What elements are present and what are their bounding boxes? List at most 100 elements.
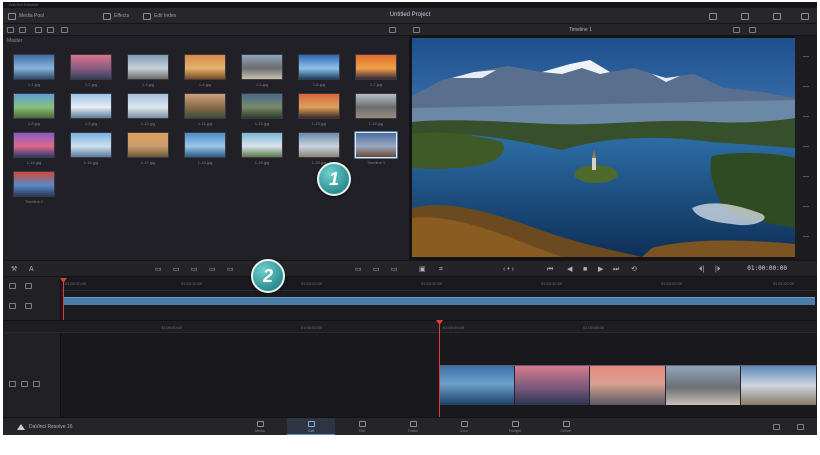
page-tab-label: Deliver [560,429,572,433]
media-clip-thumbnail[interactable]: 1-17.jpg [127,132,169,168]
media-clip-thumbnail[interactable]: 1-6.jpg [298,54,340,90]
media-clip-thumbnail[interactable]: 1-12.jpg [241,93,283,129]
sort-icon[interactable] [61,27,68,33]
clip-name: 1-13.jpg [311,121,327,126]
thumbnail-view-icon[interactable] [35,27,42,33]
media-clip-thumbnail[interactable]: 1-7.jpg [355,54,397,90]
media-clip-thumbnail[interactable]: 1-16.jpg [70,132,112,168]
page-tab-deliver[interactable]: Deliver [542,418,590,435]
page-tab-media[interactable]: Media [236,418,284,435]
clip-thumbnail-image [298,132,340,158]
search-icon[interactable] [389,27,396,33]
place-on-top-icon[interactable]: ▭ [227,265,234,274]
zoom-icon[interactable] [25,303,32,309]
timeline-view-icon[interactable]: ▭ [373,265,380,274]
clip-thumbnail[interactable] [439,366,515,405]
viewer-frame[interactable] [412,38,795,257]
link-icon[interactable] [25,283,32,289]
source-overwrite-icon[interactable]: ▭ [355,265,362,274]
mark-out-button[interactable]: |⏵ [715,265,720,274]
track-audio-icon[interactable] [21,381,28,387]
play-button[interactable]: ▶ [598,265,603,274]
side-tick [803,206,809,207]
media-clip-thumbnail[interactable]: 1-9.jpg [70,93,112,129]
clip-name: 1-4.jpg [198,82,212,87]
lower-playhead[interactable] [436,320,443,418]
clip-thumbnail[interactable] [665,366,742,405]
lock-icon[interactable] [9,303,16,309]
clip-thumbnail-image [13,54,55,80]
track-lock-icon[interactable] [9,381,16,387]
clip-name: 1-2.jpg [84,82,98,87]
mixer-toggle[interactable] [709,11,717,21]
rewind-button[interactable]: ◀ [567,265,572,274]
track-enable-icon[interactable] [33,381,40,387]
side-tick [803,116,809,117]
page-tab-fusion[interactable]: Fusion [389,418,437,435]
bin-list-icon[interactable] [7,27,14,33]
ruler-label: 01:00:40:00 [541,281,563,286]
jog-icon[interactable]: ‹ • › [503,265,514,274]
page-tab-color[interactable]: Color [440,418,488,435]
page-tab-edit[interactable]: Edit [338,418,386,435]
prev-clip-button[interactable]: ⏮ [547,265,553,274]
viewer-timeline-name[interactable]: Timeline 1 [569,27,592,33]
audio-view-icon[interactable]: ▭ [391,265,398,274]
viewer-menu-icon[interactable] [749,27,756,33]
ruler-label: 01:00:20:00 [301,281,323,286]
mark-in-button[interactable]: ⏴| [699,265,704,274]
append-icon[interactable]: ▭ [173,265,180,274]
mixer-icon [709,12,717,20]
media-clip-thumbnail[interactable]: 1-18.jpg [184,132,226,168]
media-clip-thumbnail[interactable]: 1-11.jpg [184,93,226,129]
media-clip-thumbnail[interactable]: 1-4.jpg [184,54,226,90]
page-tab-fairlight[interactable]: Fairlight [491,418,539,435]
project-title: Untitled Project [389,12,431,18]
clip-thumbnail-image [13,171,55,197]
smart-insert-icon[interactable]: ▭ [155,265,162,274]
list-view-icon[interactable] [47,27,54,33]
metadata-toggle[interactable] [741,11,749,21]
settings-button[interactable] [801,11,809,21]
text-icon[interactable]: A [29,265,34,274]
media-clip-thumbnail[interactable]: 1-13.jpg [298,93,340,129]
upper-timeline-clip-bar[interactable] [63,297,815,305]
media-clip-thumbnail[interactable]: 1-14.jpg [355,93,397,129]
crop-icon[interactable]: ⌗ [439,265,443,274]
clip-thumbnail-image [355,93,397,119]
ripple-overwrite-icon[interactable]: ▭ [191,265,198,274]
video-clip-strip[interactable] [439,365,817,405]
chevron-down-icon[interactable] [19,27,26,33]
page-tab-cut[interactable]: Cut [287,418,335,435]
close-up-icon[interactable]: ▭ [209,265,216,274]
media-clip-thumbnail[interactable]: 1-1.jpg [13,54,55,90]
media-clip-thumbnail[interactable]: Timeline 2 [13,171,55,207]
clip-thumbnail-image [355,132,397,158]
viewer-toggle-icon[interactable]: ▣ [419,265,426,274]
tools-icon[interactable]: ⚒ [11,265,17,274]
home-icon[interactable] [773,424,780,430]
media-clip-thumbnail[interactable]: 1-3.jpg [127,54,169,90]
viewer-options-icon[interactable] [733,27,740,33]
media-clip-thumbnail[interactable]: 1-8.jpg [13,93,55,129]
viewer-mode-icon[interactable] [413,27,420,33]
clip-name: 1-17.jpg [140,160,156,165]
next-clip-button[interactable]: ⏭ [613,265,619,274]
loop-button[interactable]: ⟲ [631,265,637,274]
clip-thumbnail[interactable] [741,366,817,405]
upper-ruler[interactable]: 01:00:00:00 01:00:10:00 01:00:20:00 01:0… [61,277,817,291]
clip-thumbnail-image [241,132,283,158]
clip-thumbnail[interactable] [514,366,591,405]
media-clip-thumbnail[interactable]: Timeline 1 [355,132,397,168]
inspector-toggle[interactable] [773,11,781,21]
stop-button[interactable]: ■ [583,265,587,274]
media-clip-thumbnail[interactable]: 1-2.jpg [70,54,112,90]
snap-icon[interactable] [9,283,16,289]
media-clip-thumbnail[interactable]: 1-5.jpg [241,54,283,90]
media-clip-thumbnail[interactable]: 1-15.jpg [13,132,55,168]
settings-gear-icon[interactable] [797,424,804,430]
clip-thumbnail[interactable] [590,366,666,405]
media-clip-thumbnail[interactable]: 1-10.jpg [127,93,169,129]
media-clip-thumbnail[interactable]: 1-19.jpg [241,132,283,168]
upper-playhead[interactable] [60,278,67,320]
